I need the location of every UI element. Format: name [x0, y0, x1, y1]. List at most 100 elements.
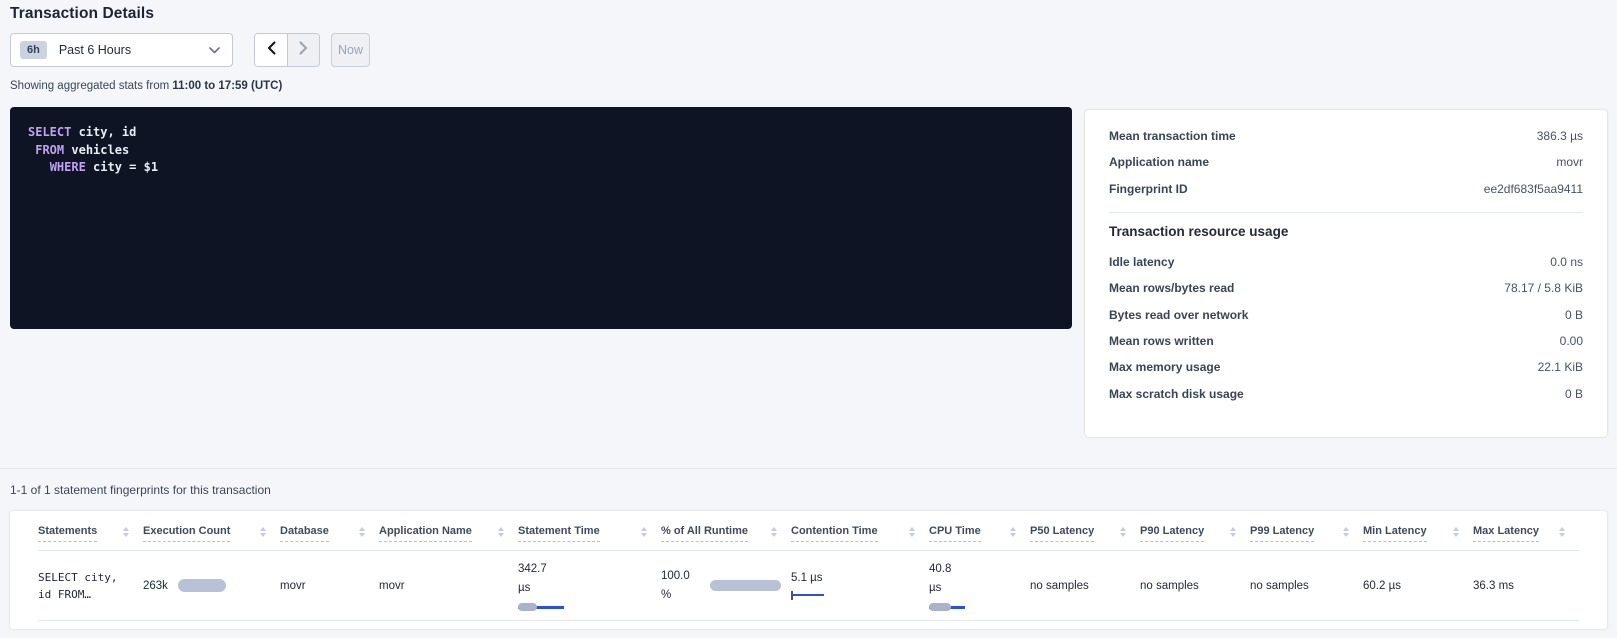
column-label: Contention Time	[791, 525, 878, 542]
column-header-statements[interactable]: Statements	[38, 511, 143, 550]
summary-label: Max scratch disk usage	[1109, 387, 1244, 401]
cell-pct-of-all-runtime: 100.0 %	[661, 567, 791, 605]
summary-row-idle-latency: Idle latency 0.0 ns	[1109, 249, 1583, 275]
time-range-label: Past 6 Hours	[59, 43, 131, 57]
column-label: Application Name	[379, 525, 472, 542]
sql-keyword: SELECT	[28, 125, 71, 139]
cell-max-latency: 36.3 ms	[1473, 580, 1579, 592]
sort-icon	[1559, 527, 1565, 537]
chevron-left-icon	[267, 41, 276, 60]
summary-label: Mean rows written	[1109, 334, 1214, 348]
contention-time-bar	[791, 591, 824, 600]
sql-keyword: FROM	[35, 143, 64, 157]
column-label: Statements	[38, 525, 97, 542]
table-header-row: Statements Execution Count Database Appl…	[38, 511, 1579, 551]
time-range-badge: 6h	[20, 41, 47, 59]
time-range-picker[interactable]: 6h Past 6 Hours	[10, 33, 233, 67]
summary-row-fingerprint-id: Fingerprint ID ee2df683f5aa9411	[1109, 176, 1583, 202]
execution-count-value: 263k	[143, 580, 168, 592]
statement-link[interactable]: SELECT city, id FROM…	[38, 569, 128, 603]
column-header-database[interactable]: Database	[280, 511, 379, 550]
summary-row-mean-transaction-time: Mean transaction time 386.3 µs	[1109, 123, 1583, 149]
sort-icon	[1120, 527, 1126, 537]
summary-value: 0.0 ns	[1550, 255, 1583, 269]
chevron-down-icon	[209, 47, 220, 54]
sql-line: WHERE city = $1	[28, 159, 1054, 177]
column-label: P50 Latency	[1030, 525, 1094, 542]
contention-time-value: 5.1 µs	[791, 572, 919, 584]
cell-database: movr	[280, 580, 379, 592]
caption-time-range: 11:00 to 17:59 (UTC)	[172, 80, 282, 92]
sort-icon	[498, 527, 504, 537]
sort-icon	[1010, 527, 1016, 537]
summary-value: 22.1 KiB	[1538, 360, 1583, 374]
cell-min-latency: 60.2 µs	[1363, 580, 1473, 592]
sort-icon	[1453, 527, 1459, 537]
column-header-max-latency[interactable]: Max Latency	[1473, 511, 1579, 550]
summary-label: Bytes read over network	[1109, 308, 1248, 322]
cell-contention-time: 5.1 µs	[791, 572, 929, 600]
cpu-time-value: 40.8 µs	[929, 560, 963, 598]
summary-value: 78.17 / 5.8 KiB	[1504, 281, 1583, 295]
pct-runtime-bar	[710, 580, 781, 591]
column-header-execution-count[interactable]: Execution Count	[143, 511, 280, 550]
sort-icon	[359, 527, 365, 537]
summary-label: Mean rows/bytes read	[1109, 281, 1234, 295]
statement-time-value: 342.7 µs	[518, 560, 560, 598]
summary-divider	[1109, 212, 1583, 213]
summary-row-bytes-read-over-network: Bytes read over network 0 B	[1109, 301, 1583, 327]
statement-time-bar	[518, 603, 564, 611]
now-button[interactable]: Now	[331, 33, 370, 67]
column-label: % of All Runtime	[661, 525, 748, 542]
transaction-summary-card: Mean transaction time 386.3 µs Applicati…	[1085, 110, 1607, 437]
sql-keyword: WHERE	[50, 160, 86, 174]
resource-usage-heading: Transaction resource usage	[1109, 224, 1583, 239]
sort-icon	[123, 527, 129, 537]
column-header-min-latency[interactable]: Min Latency	[1363, 511, 1473, 550]
column-label: Statement Time	[518, 525, 600, 542]
column-label: Max Latency	[1473, 525, 1539, 542]
cell-application-name: movr	[379, 580, 518, 592]
column-header-contention-time[interactable]: Contention Time	[791, 511, 929, 550]
cell-cpu-time: 40.8 µs	[929, 560, 1030, 611]
cell-p99-latency: no samples	[1250, 580, 1363, 592]
time-nav-group	[254, 33, 320, 67]
sort-icon	[641, 527, 647, 537]
sort-icon	[260, 527, 266, 537]
column-header-p90-latency[interactable]: P90 Latency	[1140, 511, 1250, 550]
cell-statement: SELECT city, id FROM…	[38, 569, 143, 603]
summary-label: Application name	[1109, 155, 1209, 169]
sql-indent	[28, 160, 50, 174]
summary-row-mean-rows-bytes-read: Mean rows/bytes read 78.17 / 5.8 KiB	[1109, 275, 1583, 301]
column-header-p50-latency[interactable]: P50 Latency	[1030, 511, 1140, 550]
summary-label: Mean transaction time	[1109, 129, 1236, 143]
sort-icon	[771, 527, 777, 537]
column-header-pct-of-all-runtime[interactable]: % of All Runtime	[661, 511, 791, 550]
summary-value: movr	[1556, 155, 1583, 169]
execution-count-bar	[178, 579, 226, 592]
summary-label: Fingerprint ID	[1109, 182, 1188, 196]
column-label: Min Latency	[1363, 525, 1427, 542]
column-header-application-name[interactable]: Application Name	[379, 511, 518, 550]
column-label: P90 Latency	[1140, 525, 1204, 542]
pct-runtime-value: 100.0 %	[661, 567, 700, 605]
column-label: CPU Time	[929, 525, 981, 542]
summary-label: Max memory usage	[1109, 360, 1220, 374]
cell-p90-latency: no samples	[1140, 580, 1250, 592]
prev-time-button[interactable]	[255, 34, 287, 66]
time-toolbar: 6h Past 6 Hours Now	[10, 33, 370, 67]
next-time-button[interactable]	[287, 34, 319, 66]
column-header-p99-latency[interactable]: P99 Latency	[1250, 511, 1363, 550]
table-row: SELECT city, id FROM… 263k movr movr 342…	[38, 551, 1579, 621]
column-header-cpu-time[interactable]: CPU Time	[929, 511, 1030, 550]
column-header-statement-time[interactable]: Statement Time	[518, 511, 661, 550]
sort-icon	[1230, 527, 1236, 537]
transaction-details-page: Transaction Details 6h Past 6 Hours Now …	[0, 0, 1617, 638]
page-title: Transaction Details	[10, 5, 154, 23]
aggregated-stats-caption: Showing aggregated stats from 11:00 to 1…	[10, 80, 282, 92]
summary-label: Idle latency	[1109, 255, 1174, 269]
summary-value: 0 B	[1565, 387, 1583, 401]
sort-icon	[909, 527, 915, 537]
summary-row-max-memory-usage: Max memory usage 22.1 KiB	[1109, 354, 1583, 380]
section-divider	[0, 468, 1617, 469]
